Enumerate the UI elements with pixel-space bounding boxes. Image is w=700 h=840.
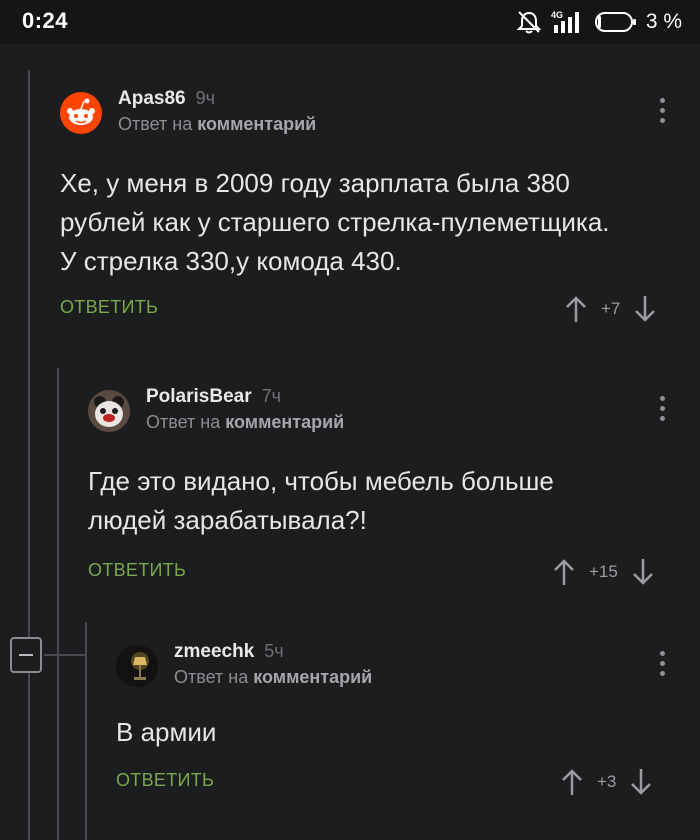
collapse-thread-button[interactable]	[10, 637, 42, 673]
comment-text-line: В армии	[116, 717, 217, 747]
comment-header: PolarisBear 7ч Ответ на комментарий	[88, 386, 680, 450]
alarm-off-icon	[516, 11, 542, 34]
reply-button[interactable]: ОТВЕТИТЬ	[116, 770, 214, 791]
reply-target-link[interactable]: комментарий	[225, 412, 344, 432]
vote-controls: +3	[561, 766, 652, 798]
thread-line-level-2	[57, 368, 59, 840]
comment: PolarisBear 7ч Ответ на комментарий Где э…	[88, 386, 680, 594]
username[interactable]: zmeechk 5ч	[174, 641, 284, 663]
network-type: 4G	[551, 10, 563, 20]
signal-4g-icon: 4G	[551, 10, 579, 33]
bear-avatar-icon	[88, 390, 130, 432]
thread-line-level-3	[85, 622, 87, 840]
comment-body: Где это видано, чтобы мебель больше люде…	[88, 462, 680, 540]
vote-controls: +15	[553, 556, 654, 588]
comment-text-line: Хе, у меня в 2009 году зарплата была 380	[60, 168, 570, 198]
comment: Apas86 9ч Ответ на комментарий Хе, у меня…	[60, 88, 680, 331]
status-icons: 4G 3 %	[516, 8, 682, 36]
vote-controls: +7	[565, 293, 656, 325]
more-menu-icon[interactable]	[660, 98, 666, 128]
reply-prefix: Ответ на	[174, 667, 249, 687]
username[interactable]: Apas86 9ч	[118, 88, 215, 110]
rating-count: +15	[589, 562, 618, 581]
rating-count: +3	[597, 772, 617, 791]
reply-target-link[interactable]: комментарий	[197, 114, 316, 134]
thread-line-level-1	[28, 70, 30, 840]
reddit-alien-icon	[67, 98, 95, 125]
comment-time: 5ч	[264, 641, 284, 661]
upvote-arrow-icon[interactable]	[565, 294, 587, 324]
reply-to-line: Ответ на комментарий	[146, 412, 344, 433]
comment-text-line: У стрелка 330,у комода 430.	[60, 246, 402, 276]
comment-text-line: людей зарабатывала?!	[88, 505, 367, 535]
reply-button[interactable]: ОТВЕТИТЬ	[88, 560, 186, 581]
more-menu-icon[interactable]	[660, 396, 666, 426]
downvote-arrow-icon[interactable]	[632, 557, 654, 587]
comment-text-line: рублей как у старшего стрелка-пулеметщик…	[60, 207, 610, 237]
comment-time: 9ч	[195, 88, 215, 108]
upvote-arrow-icon[interactable]	[553, 557, 575, 587]
upvote-arrow-icon[interactable]	[561, 767, 583, 797]
comment-body: Хе, у меня в 2009 году зарплата была 380…	[60, 164, 680, 281]
lamp-avatar-icon	[116, 645, 158, 687]
reply-button[interactable]: ОТВЕТИТЬ	[60, 297, 158, 318]
avatar[interactable]	[60, 92, 102, 134]
reply-to-line: Ответ на комментарий	[174, 667, 372, 688]
comment-actions: ОТВЕТИТЬ +15	[88, 554, 680, 594]
comment-actions: ОТВЕТИТЬ +3	[116, 764, 680, 804]
minus-icon	[19, 654, 33, 656]
comment-time: 7ч	[261, 386, 282, 406]
username-text[interactable]: PolarisBear	[146, 386, 252, 407]
comment-header: zmeechk 5ч Ответ на комментарий	[116, 641, 680, 705]
downvote-arrow-icon[interactable]	[630, 767, 652, 797]
comment-text-line: Где это видано, чтобы мебель больше	[88, 466, 554, 496]
reply-target-link[interactable]: комментарий	[253, 667, 372, 687]
reply-prefix: Ответ на	[118, 114, 193, 134]
reply-prefix: Ответ на	[146, 412, 221, 432]
username-text[interactable]: zmeechk	[174, 641, 254, 662]
reply-to-line: Ответ на комментарий	[118, 114, 316, 135]
avatar[interactable]	[88, 390, 130, 432]
collapse-connector	[44, 654, 85, 656]
comment-header: Apas86 9ч Ответ на комментарий	[60, 88, 680, 152]
comment-actions: ОТВЕТИТЬ +7	[60, 291, 680, 331]
battery-icon	[594, 12, 636, 32]
comment: zmeechk 5ч Ответ на комментарий В армии О…	[116, 641, 680, 804]
comment-body: В армии	[116, 713, 680, 752]
avatar[interactable]	[116, 645, 158, 687]
status-time: 0:24	[22, 8, 69, 33]
more-menu-icon[interactable]	[660, 651, 666, 681]
downvote-arrow-icon[interactable]	[634, 294, 656, 324]
username-text[interactable]: Apas86	[118, 88, 186, 109]
status-bar: 0:24 4G 3 %	[0, 0, 700, 44]
rating-count: +7	[601, 299, 621, 318]
battery-percent: 3 %	[645, 10, 682, 33]
username[interactable]: PolarisBear 7ч	[146, 386, 281, 408]
